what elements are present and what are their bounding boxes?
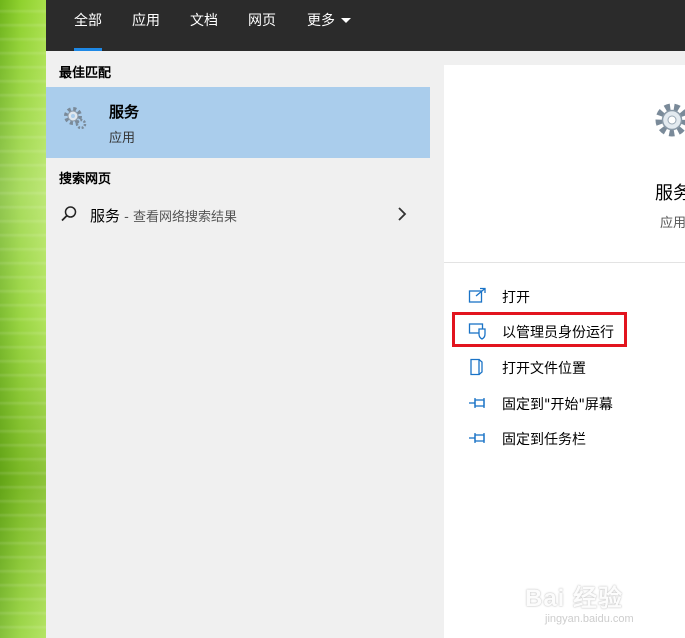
- services-gear-icon: [64, 107, 87, 130]
- desktop-background: [0, 0, 46, 638]
- action-open-file-location[interactable]: 打开文件位置: [468, 353, 678, 381]
- filter-tab-bar: 全部 应用 文档 网页 更多: [46, 0, 685, 51]
- pin-icon: [469, 433, 485, 443]
- file-location-icon: [470, 358, 483, 376]
- results-pane: 最佳匹配 服务 应用 搜索网页 服务 - 查看网络搜索结果: [46, 51, 430, 638]
- web-search-description: - 查看网络搜索结果: [120, 210, 237, 225]
- watermark-url: jingyan.baidu.com: [545, 613, 634, 625]
- web-search-item[interactable]: 服务 - 查看网络搜索结果: [46, 196, 430, 232]
- tab-web[interactable]: 网页: [234, 0, 290, 51]
- best-match-heading: 最佳匹配: [59, 66, 112, 81]
- action-pin-to-taskbar[interactable]: 固定到任务栏: [468, 424, 678, 452]
- best-match-title: 服务: [109, 103, 140, 121]
- chevron-down-icon: [341, 18, 351, 23]
- action-open[interactable]: 打开: [468, 282, 678, 310]
- tab-documents[interactable]: 文档: [176, 0, 232, 51]
- tab-apps[interactable]: 应用: [118, 0, 174, 51]
- divider: [444, 262, 685, 263]
- watermark-brand: Bai 经验: [525, 585, 624, 612]
- tab-all[interactable]: 全部: [60, 0, 116, 51]
- best-match-subtitle: 应用: [109, 131, 136, 146]
- web-search-heading: 搜索网页: [59, 172, 112, 187]
- app-name: 服务: [655, 183, 685, 204]
- chevron-right-icon[interactable]: [396, 206, 408, 222]
- annotation-highlight-box: [452, 312, 627, 347]
- pin-icon: [469, 398, 485, 408]
- app-type: 应用: [660, 216, 685, 231]
- app-detail-pane: 服务 应用 打开 以管理员身份运行 打开文件位置 固定到"开始"屏幕 固定到任务…: [444, 65, 685, 638]
- search-icon: [61, 206, 77, 222]
- web-search-term: 服务: [90, 207, 121, 225]
- open-icon: [468, 287, 486, 303]
- best-match-item[interactable]: 服务 应用: [46, 87, 430, 158]
- tab-more[interactable]: 更多: [293, 0, 365, 51]
- services-gear-icon: [655, 103, 685, 137]
- action-pin-to-start[interactable]: 固定到"开始"屏幕: [468, 389, 678, 417]
